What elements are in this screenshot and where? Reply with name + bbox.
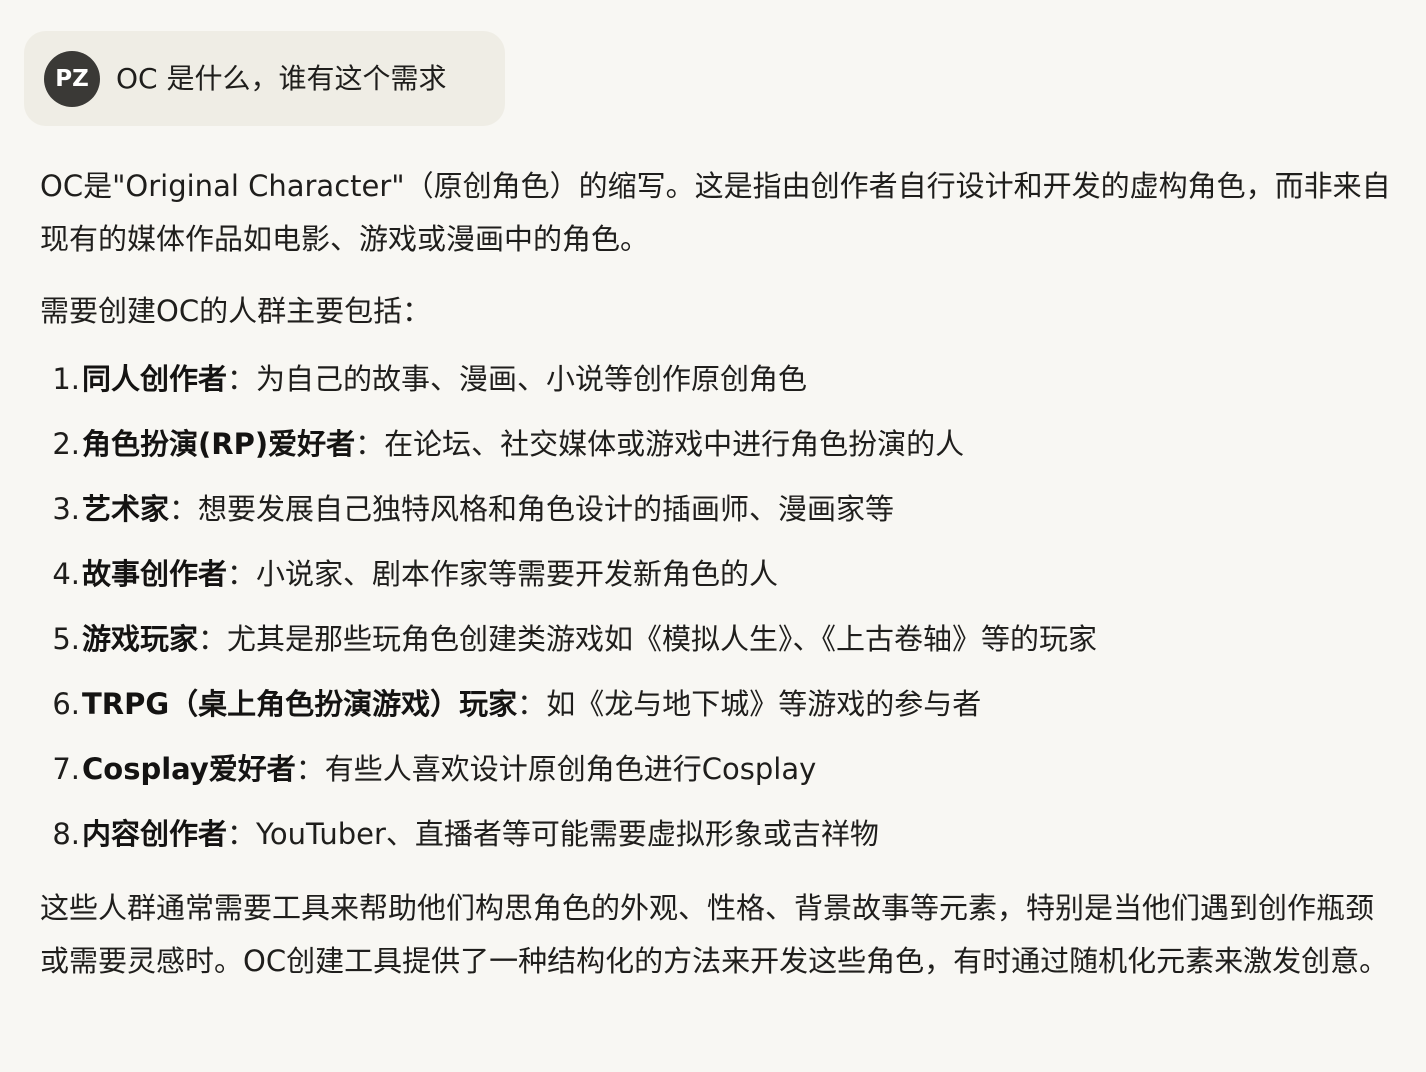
list-term: 角色扮演(RP)爱好者 — [82, 427, 356, 461]
list-term: Cosplay爱好者 — [82, 752, 296, 786]
audience-list: 1.同人创作者：为自己的故事、漫画、小说等创作原创角色 2.角色扮演(RP)爱好… — [40, 357, 1400, 877]
list-number: 7. — [52, 752, 80, 786]
list-colon: ： — [169, 492, 199, 526]
response-paragraph-intro: 需要创建OC的人群主要包括： — [40, 294, 432, 328]
response-paragraph-summary: 这些人群通常需要工具来帮助他们构思角色的外观、性格、背景故事等元素，特别是当他们… — [40, 891, 1389, 978]
list-colon: ： — [355, 427, 385, 461]
list-number: 8. — [52, 817, 80, 851]
list-item: 1.同人创作者：为自己的故事、漫画、小说等创作原创角色 — [40, 357, 1400, 422]
list-number: 4. — [52, 557, 80, 591]
list-number: 5. — [52, 622, 80, 656]
list-colon: ： — [227, 817, 257, 851]
list-description: 如《龙与地下城》等游戏的参与者 — [546, 687, 982, 721]
list-item: 7.Cosplay爱好者：有些人喜欢设计原创角色进行Cosplay — [40, 747, 1400, 812]
list-term: 艺术家 — [82, 492, 170, 526]
list-term: 内容创作者 — [82, 817, 228, 851]
response-paragraph-definition: OC是"Original Character"（原创角色）的缩写。这是指由创作者… — [40, 169, 1391, 256]
list-item: 3.艺术家：想要发展自己独特风格和角色设计的插画师、漫画家等 — [40, 487, 1400, 552]
list-number: 2. — [52, 427, 80, 461]
list-item: 4.故事创作者：小说家、剧本作家等需要开发新角色的人 — [40, 552, 1400, 617]
list-item: 5.游戏玩家：尤其是那些玩角色创建类游戏如《模拟人生》、《上古卷轴》等的玩家 — [40, 617, 1400, 682]
list-description: 尤其是那些玩角色创建类游戏如《模拟人生》、《上古卷轴》等的玩家 — [227, 622, 1098, 656]
list-colon: ： — [227, 557, 257, 591]
list-item: 6.TRPG（桌上角色扮演游戏）玩家：如《龙与地下城》等游戏的参与者 — [40, 682, 1400, 747]
list-number: 3. — [52, 492, 80, 526]
list-description: 为自己的故事、漫画、小说等创作原创角色 — [256, 362, 808, 396]
user-message-bubble: PZ OC 是什么，谁有这个需求 — [24, 31, 505, 126]
list-description: YouTuber、直播者等可能需要虚拟形象或吉祥物 — [256, 817, 879, 851]
list-description: 想要发展自己独特风格和角色设计的插画师、漫画家等 — [198, 492, 895, 526]
list-item: 8.内容创作者：YouTuber、直播者等可能需要虚拟形象或吉祥物 — [40, 812, 1400, 877]
list-number: 6. — [52, 687, 80, 721]
list-description: 有些人喜欢设计原创角色进行Cosplay — [324, 752, 817, 786]
list-description: 在论坛、社交媒体或游戏中进行角色扮演的人 — [384, 427, 965, 461]
list-colon: ： — [227, 362, 257, 396]
list-colon: ： — [517, 687, 547, 721]
list-colon: ： — [295, 752, 325, 786]
list-colon: ： — [198, 622, 228, 656]
user-avatar[interactable]: PZ — [44, 51, 100, 107]
list-description: 小说家、剧本作家等需要开发新角色的人 — [256, 557, 779, 591]
user-message-text: OC 是什么，谁有这个需求 — [116, 62, 447, 95]
assistant-response: OC是"Original Character"（原创角色）的缩写。这是指由创作者… — [40, 160, 1400, 988]
list-number: 1. — [52, 362, 80, 396]
list-term: 游戏玩家 — [82, 622, 199, 656]
list-term: 同人创作者 — [82, 362, 228, 396]
list-item: 2.角色扮演(RP)爱好者：在论坛、社交媒体或游戏中进行角色扮演的人 — [40, 422, 1400, 487]
list-term: TRPG（桌上角色扮演游戏）玩家 — [82, 687, 518, 721]
list-term: 故事创作者 — [82, 557, 228, 591]
